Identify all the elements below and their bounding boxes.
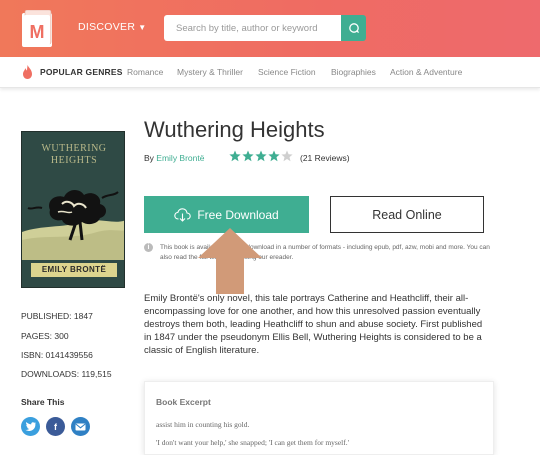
search-input[interactable] [164,15,342,41]
book-description: Emily Brontë's only novel, this tale por… [144,293,483,356]
mail-icon [75,423,86,430]
genre-link-romance[interactable]: Romance [127,67,163,77]
twitter-share-button[interactable] [21,417,40,436]
free-download-label: Free Download [197,207,279,222]
info-icon: i [144,243,153,252]
twitter-icon [25,422,36,431]
arrow-up-icon [198,228,262,294]
book-cover: WUTHERING HEIGHTS EMILY BRONTË [21,131,125,288]
excerpt-line-2: 'I don't want your help,' she snapped; '… [156,438,349,447]
by-label: By [144,153,154,163]
popular-genres-label: POPULAR GENRES [40,67,123,77]
cover-illustration [22,189,124,260]
star-filled-icon [268,150,280,162]
site-logo-icon[interactable]: M [21,10,54,48]
facebook-share-button[interactable]: f [46,417,65,436]
star-empty-icon [281,150,293,162]
genre-link-action-adventure[interactable]: Action & Adventure [390,67,462,77]
byline: By Emily Brontë [144,153,204,163]
review-count[interactable]: (21 Reviews) [300,153,350,163]
genre-link-mystery-thriller[interactable]: Mystery & Thriller [177,67,243,77]
excerpt-title: Book Excerpt [156,397,211,407]
book-title: Wuthering Heights [144,117,325,142]
read-online-label: Read Online [372,207,442,222]
search-button[interactable] [341,15,366,41]
share-title: Share This [21,397,65,407]
genre-link-science-fiction[interactable]: Science Fiction [258,67,316,77]
star-filled-icon [229,150,241,162]
page-count: PAGES: 300 [21,331,69,341]
cover-title: WUTHERING HEIGHTS [22,143,124,167]
cover-title-line-1: WUTHERING [41,143,107,154]
isbn: ISBN: 0141439556 [21,350,93,360]
cover-title-line-2: HEIGHTS [50,155,98,166]
excerpt-line-1: assist him in counting his gold. [156,420,250,429]
chevron-down-icon: ▼ [138,23,147,32]
read-online-button[interactable]: Read Online [330,196,484,233]
book-excerpt-card: Book Excerpt assist him in counting his … [144,381,494,455]
discover-label: DISCOVER [78,21,136,33]
search-icon [348,23,359,34]
author-link[interactable]: Emily Brontë [156,153,204,163]
genre-bar: POPULAR GENRES Romance Mystery & Thrille… [0,57,540,88]
download-count: DOWNLOADS: 119,515 [21,369,112,379]
cover-author: EMILY BRONTË [31,263,117,277]
discover-menu[interactable]: DISCOVER ▼ [78,21,146,33]
top-header: M DISCOVER ▼ [0,0,540,57]
flame-icon [23,65,32,79]
genre-link-biographies[interactable]: Biographies [331,67,376,77]
published-year: PUBLISHED: 1847 [21,311,93,321]
cloud-download-icon [174,207,192,222]
facebook-icon: f [54,421,57,432]
star-filled-icon [242,150,254,162]
star-rating [229,150,293,162]
email-share-button[interactable] [71,417,90,436]
svg-text:M: M [30,22,45,42]
star-filled-icon [255,150,267,162]
